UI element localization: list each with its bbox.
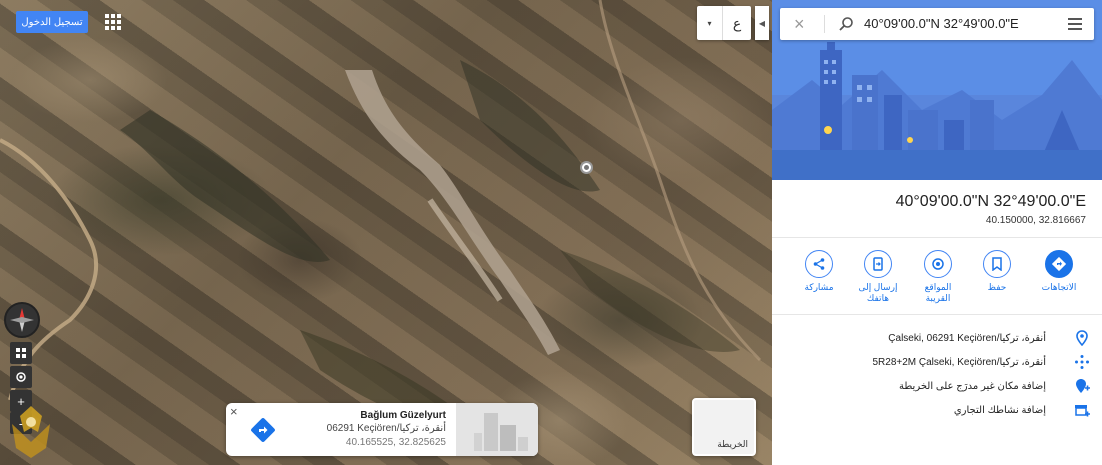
location-pin-icon (1076, 330, 1088, 346)
search-clear-icon[interactable]: × (794, 14, 805, 35)
action-label: حفظ (987, 282, 1007, 292)
grid-view-button[interactable] (10, 342, 32, 364)
share-button[interactable]: مشاركة (794, 250, 844, 293)
card-place-coords: 40.165525, 32.825625 (345, 437, 446, 448)
add-place-text: إضافة مكان غير مدرَج على الخريطة (898, 381, 1046, 392)
my-location-button[interactable] (10, 366, 32, 388)
action-label: إرسال إلى هاتفك (858, 282, 898, 303)
hamburger-menu-icon[interactable] (1068, 18, 1082, 30)
compass-control[interactable] (4, 302, 40, 338)
collapse-panel-button[interactable]: ◀ (755, 6, 769, 40)
place-decimal-coords: 40.150000, 32.816667 (985, 215, 1086, 226)
layer-toggle-label: الخريطة (717, 439, 748, 449)
compass-icon (10, 308, 34, 332)
action-label: الاتجاهات (1041, 282, 1077, 292)
place-title: 40°09'00.0"N 32°49'00.0"E (895, 193, 1086, 210)
plus-code-icon (1075, 355, 1089, 369)
nearby-button[interactable]: المواقع القريبة (913, 250, 963, 304)
card-place-title[interactable]: Bağlum Güzelyurt (360, 410, 446, 421)
map-layer-toggle[interactable]: الخريطة (692, 398, 756, 456)
divider (772, 237, 1102, 238)
language-selector[interactable]: ▾ ع (697, 6, 751, 40)
satellite-map[interactable]: تسجيل الدخول ▾ ع ◀ + - × Bağlum Güzelyur… (0, 0, 772, 465)
action-label: المواقع القريبة (924, 282, 952, 303)
language-dropdown-arrow-icon[interactable]: ▾ (697, 6, 723, 40)
address-text: Çalseki, 06291 Keçiören/أنقرة، تركيا (888, 333, 1046, 344)
search-icon[interactable] (838, 16, 854, 32)
bookmark-icon (992, 257, 1002, 271)
save-button[interactable]: حفظ (972, 250, 1022, 293)
nearby-icon (932, 258, 944, 270)
card-thumbnail[interactable] (456, 403, 538, 456)
forum-watermark-logo (12, 406, 50, 458)
share-icon (813, 258, 825, 270)
side-panel: × 40°09'00.0"N 32°49'00.0"E 40.150000, 3… (772, 0, 1102, 465)
sign-in-button[interactable]: تسجيل الدخول (16, 11, 88, 33)
grid-icon (16, 348, 26, 358)
card-place-address: 06291 Keçiören/أنقرة، تركيا (326, 423, 446, 434)
location-target-icon (16, 372, 26, 382)
card-close-icon[interactable]: × (230, 404, 238, 419)
search-divider (824, 15, 825, 33)
address-row[interactable]: Çalseki, 06291 Keçiören/أنقرة، تركيا (772, 328, 1102, 352)
dropped-pin-icon[interactable] (580, 161, 593, 174)
add-business-row[interactable]: إضافة نشاطك التجاري (772, 400, 1102, 424)
directions-button[interactable]: الاتجاهات (1034, 250, 1084, 293)
search-box[interactable]: × (780, 8, 1094, 40)
add-place-icon (1076, 379, 1090, 393)
add-place-row[interactable]: إضافة مكان غير مدرَج على الخريطة (772, 376, 1102, 400)
place-info-card[interactable]: × Bağlum Güzelyurt 06291 Keçiören/أنقرة،… (226, 403, 538, 456)
add-business-text: إضافة نشاطك التجاري (953, 405, 1046, 416)
language-label[interactable]: ع (723, 6, 751, 40)
plus-code-text: 5R28+2M Çalseki, Keçiören/أنقرة، تركيا (872, 357, 1046, 368)
plus-code-row[interactable]: 5R28+2M Çalseki, Keçiören/أنقرة، تركيا (772, 352, 1102, 376)
divider (772, 314, 1102, 315)
action-buttons: الاتجاهات حفظ المواقع القريبة إرسال إلى … (798, 250, 1098, 306)
terrain-overlay (0, 0, 762, 423)
card-directions-icon[interactable] (250, 417, 276, 443)
directions-icon (1052, 257, 1066, 271)
action-label: مشاركة (804, 282, 834, 292)
add-business-icon (1075, 405, 1090, 417)
apps-grid-icon[interactable] (105, 14, 121, 30)
send-to-phone-icon (873, 257, 883, 271)
search-input[interactable] (864, 16, 1044, 31)
send-to-phone-button[interactable]: إرسال إلى هاتفك (853, 250, 903, 304)
